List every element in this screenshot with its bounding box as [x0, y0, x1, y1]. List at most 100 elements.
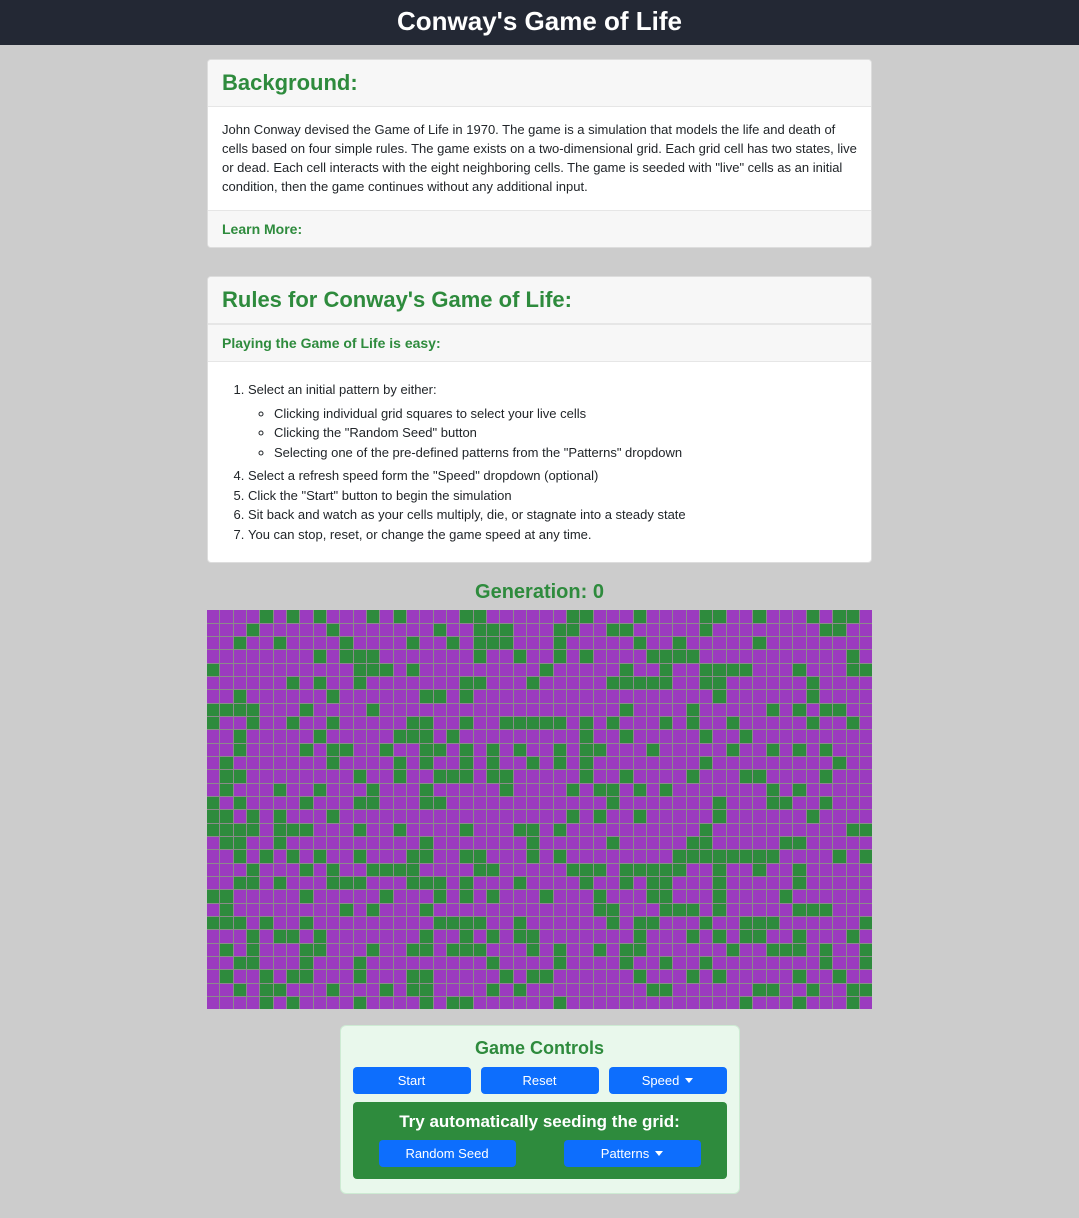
grid-cell[interactable] — [394, 637, 406, 649]
grid-cell[interactable] — [367, 904, 379, 916]
grid-cell[interactable] — [314, 690, 326, 702]
grid-cell[interactable] — [274, 970, 286, 982]
grid-cell[interactable] — [407, 957, 419, 969]
grid-cell[interactable] — [500, 970, 512, 982]
grid-cell[interactable] — [287, 864, 299, 876]
grid-cell[interactable] — [434, 664, 446, 676]
grid-cell[interactable] — [567, 690, 579, 702]
grid-cell[interactable] — [247, 944, 259, 956]
grid-cell[interactable] — [234, 877, 246, 889]
grid-cell[interactable] — [474, 610, 486, 622]
grid-cell[interactable] — [620, 850, 632, 862]
grid-cell[interactable] — [514, 784, 526, 796]
grid-cell[interactable] — [634, 784, 646, 796]
grid-cell[interactable] — [300, 930, 312, 942]
grid-cell[interactable] — [807, 770, 819, 782]
grid-cell[interactable] — [327, 970, 339, 982]
grid-cell[interactable] — [287, 957, 299, 969]
grid-cell[interactable] — [807, 810, 819, 822]
grid-cell[interactable] — [567, 610, 579, 622]
grid-cell[interactable] — [367, 650, 379, 662]
grid-cell[interactable] — [807, 650, 819, 662]
grid-cell[interactable] — [767, 810, 779, 822]
grid-cell[interactable] — [447, 970, 459, 982]
grid-cell[interactable] — [700, 797, 712, 809]
grid-cell[interactable] — [567, 864, 579, 876]
grid-cell[interactable] — [620, 984, 632, 996]
grid-cell[interactable] — [367, 717, 379, 729]
grid-cell[interactable] — [500, 757, 512, 769]
grid-cell[interactable] — [767, 690, 779, 702]
grid-cell[interactable] — [727, 717, 739, 729]
grid-cell[interactable] — [274, 957, 286, 969]
grid-cell[interactable] — [860, 730, 872, 742]
grid-cell[interactable] — [514, 850, 526, 862]
grid-cell[interactable] — [793, 930, 805, 942]
grid-cell[interactable] — [220, 624, 232, 636]
grid-cell[interactable] — [540, 610, 552, 622]
grid-cell[interactable] — [833, 704, 845, 716]
grid-cell[interactable] — [380, 610, 392, 622]
grid-cell[interactable] — [580, 997, 592, 1009]
grid-cell[interactable] — [727, 984, 739, 996]
grid-cell[interactable] — [807, 730, 819, 742]
grid-cell[interactable] — [673, 704, 685, 716]
grid-cell[interactable] — [287, 624, 299, 636]
grid-cell[interactable] — [354, 677, 366, 689]
grid-cell[interactable] — [820, 904, 832, 916]
grid-cell[interactable] — [540, 890, 552, 902]
grid-cell[interactable] — [220, 930, 232, 942]
grid-cell[interactable] — [807, 984, 819, 996]
grid-cell[interactable] — [620, 744, 632, 756]
grid-cell[interactable] — [340, 877, 352, 889]
grid-cell[interactable] — [554, 730, 566, 742]
grid-cell[interactable] — [847, 877, 859, 889]
grid-cell[interactable] — [354, 757, 366, 769]
grid-cell[interactable] — [567, 904, 579, 916]
grid-cell[interactable] — [713, 744, 725, 756]
grid-cell[interactable] — [474, 797, 486, 809]
grid-cell[interactable] — [820, 717, 832, 729]
grid-cell[interactable] — [647, 904, 659, 916]
grid-cell[interactable] — [753, 717, 765, 729]
grid-cell[interactable] — [847, 664, 859, 676]
grid-cell[interactable] — [793, 757, 805, 769]
grid-cell[interactable] — [700, 704, 712, 716]
grid-cell[interactable] — [300, 717, 312, 729]
grid-cell[interactable] — [500, 930, 512, 942]
grid-cell[interactable] — [314, 877, 326, 889]
grid-cell[interactable] — [580, 690, 592, 702]
grid-cell[interactable] — [753, 877, 765, 889]
grid-cell[interactable] — [620, 944, 632, 956]
grid-cell[interactable] — [793, 944, 805, 956]
grid-cell[interactable] — [554, 917, 566, 929]
grid-cell[interactable] — [474, 664, 486, 676]
grid-cell[interactable] — [434, 744, 446, 756]
grid-cell[interactable] — [833, 624, 845, 636]
grid-cell[interactable] — [234, 650, 246, 662]
grid-cell[interactable] — [234, 717, 246, 729]
grid-cell[interactable] — [420, 717, 432, 729]
grid-cell[interactable] — [407, 637, 419, 649]
grid-cell[interactable] — [580, 957, 592, 969]
grid-cell[interactable] — [447, 730, 459, 742]
grid-cell[interactable] — [594, 970, 606, 982]
grid-cell[interactable] — [394, 744, 406, 756]
grid-cell[interactable] — [207, 650, 219, 662]
grid-cell[interactable] — [474, 810, 486, 822]
grid-cell[interactable] — [300, 837, 312, 849]
grid-cell[interactable] — [607, 784, 619, 796]
grid-cell[interactable] — [554, 877, 566, 889]
grid-cell[interactable] — [434, 850, 446, 862]
grid-cell[interactable] — [820, 637, 832, 649]
grid-cell[interactable] — [327, 904, 339, 916]
grid-cell[interactable] — [700, 624, 712, 636]
grid-cell[interactable] — [487, 944, 499, 956]
grid-cell[interactable] — [647, 637, 659, 649]
grid-cell[interactable] — [340, 730, 352, 742]
grid-cell[interactable] — [620, 864, 632, 876]
grid-cell[interactable] — [287, 704, 299, 716]
grid-cell[interactable] — [340, 770, 352, 782]
grid-cell[interactable] — [554, 997, 566, 1009]
grid-cell[interactable] — [833, 744, 845, 756]
